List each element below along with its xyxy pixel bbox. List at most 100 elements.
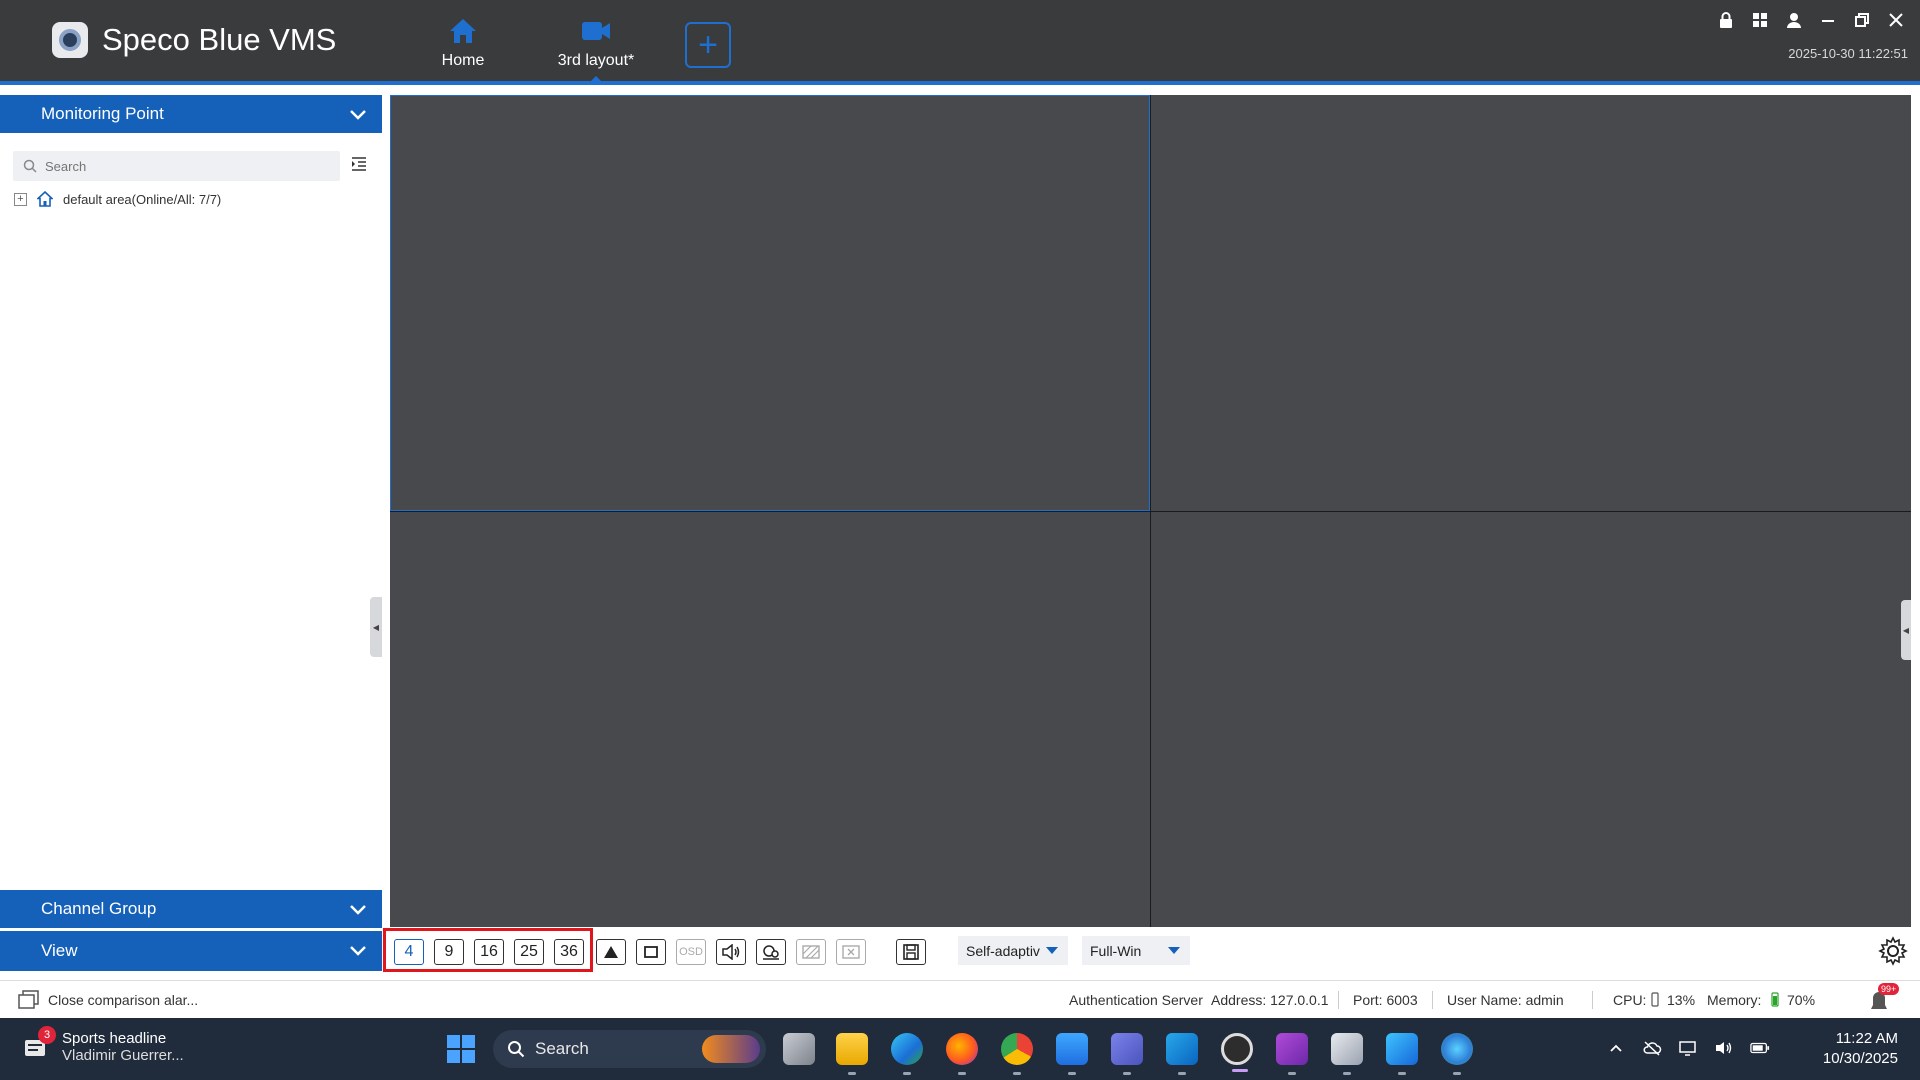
taskbar-search[interactable]: Search — [493, 1030, 766, 1068]
windows-start-icon[interactable] — [447, 1035, 475, 1063]
video-cell-2[interactable] — [1151, 95, 1911, 511]
volume-icon[interactable] — [1714, 1038, 1734, 1058]
osd-label: OSD — [679, 946, 703, 958]
video-cell-3[interactable] — [390, 511, 1150, 927]
video-cell-1[interactable] — [390, 95, 1150, 511]
tree-item-label: default area(Online/All: 7/7) — [63, 191, 222, 207]
view-label: View — [41, 941, 78, 960]
monitoring-point-header[interactable]: Monitoring Point — [0, 95, 382, 133]
view-header[interactable]: View — [0, 931, 382, 971]
tab-3rd-layout[interactable]: 3rd layout* — [541, 16, 651, 84]
restore-icon[interactable] — [1852, 10, 1872, 30]
news-subtitle: Vladimir Guerrer... — [62, 1047, 184, 1064]
alarm-bell-icon[interactable]: 99+ — [1866, 983, 1900, 1013]
chevron-down-icon — [350, 110, 366, 120]
custom-layout-button[interactable] — [596, 939, 626, 965]
cloud-off-icon[interactable] — [1642, 1038, 1662, 1058]
tree-item-default-area[interactable]: + default area(Online/All: 7/7) — [14, 191, 221, 207]
channel-group-label: Channel Group — [41, 899, 157, 918]
dropdown-arrow-icon — [1168, 947, 1180, 954]
save-layout-button[interactable] — [896, 939, 926, 965]
grid-icon[interactable] — [1750, 10, 1770, 30]
speco-vms-taskbar-icon[interactable] — [1331, 1033, 1363, 1075]
minimize-icon[interactable] — [1818, 10, 1838, 30]
notepad-icon[interactable] — [1056, 1033, 1088, 1075]
news-widget[interactable]: 3 Sports headline Vladimir Guerrer... — [22, 1026, 184, 1064]
news-badge: 3 — [38, 1026, 56, 1044]
clock-date: 10/30/2025 — [1822, 1050, 1898, 1067]
sidebar-collapse-handle[interactable]: ◀ — [370, 597, 382, 657]
stream-mode-dropdown[interactable]: Self-adaptiv — [958, 936, 1068, 965]
taskbar-clock[interactable]: 11:22 AM 10/30/2025 — [1823, 1029, 1898, 1069]
globe-app-icon[interactable] — [1441, 1033, 1473, 1075]
chrome-icon[interactable] — [1001, 1033, 1033, 1075]
network-icon[interactable] — [1678, 1038, 1698, 1058]
video-toolbar: 4 9 16 25 36 OSD Self-adaptiv Full-Win — [382, 927, 1920, 972]
tab-home-label: Home — [441, 52, 485, 69]
close-icon[interactable] — [1886, 10, 1906, 30]
outlook-icon[interactable] — [1166, 1033, 1198, 1075]
chevron-down-icon — [350, 946, 366, 956]
system-tray — [1606, 1038, 1770, 1058]
list-view-icon[interactable] — [350, 155, 368, 173]
edge-icon[interactable] — [891, 1033, 923, 1075]
status-message[interactable]: Close comparison alar... — [48, 992, 198, 1008]
windows-taskbar: 3 Sports headline Vladimir Guerrer... Se… — [0, 1018, 1920, 1080]
obs-icon[interactable] — [1221, 1033, 1253, 1072]
status-separator — [1592, 991, 1593, 1009]
auth-server-label: Authentication Server — [1069, 992, 1203, 1008]
paint-app-icon[interactable] — [1276, 1033, 1308, 1075]
osd-button[interactable]: OSD — [676, 939, 706, 965]
file-explorer-icon[interactable] — [836, 1033, 868, 1075]
memory-gauge-icon — [1771, 992, 1779, 1007]
split-9-button[interactable]: 9 — [434, 939, 464, 965]
memory-label: Memory: — [1707, 992, 1762, 1008]
snapshot-button[interactable] — [756, 939, 786, 965]
video-area: ◀ — [387, 95, 1911, 927]
audio-button[interactable] — [716, 939, 746, 965]
right-panel-handle[interactable]: ◀ — [1901, 600, 1911, 660]
battery-icon[interactable] — [1750, 1038, 1770, 1058]
vms-window: Speco Blue VMS Home 3rd layout* + 2025-1… — [0, 0, 1920, 1018]
disabled-tool-button[interactable] — [796, 939, 826, 965]
split-16-button[interactable]: 16 — [474, 939, 504, 965]
split-9-label: 9 — [444, 943, 454, 960]
split-4-button[interactable]: 4 — [394, 939, 424, 965]
split-36-button[interactable]: 36 — [554, 939, 584, 965]
photos-icon[interactable] — [1386, 1033, 1418, 1075]
search-icon — [23, 159, 37, 173]
app-title: Speco Blue VMS — [102, 22, 337, 57]
server-address: Address: 127.0.0.1 — [1211, 992, 1329, 1008]
status-bar: Close comparison alar... Authentication … — [0, 980, 1920, 1018]
chevron-up-icon[interactable] — [1606, 1038, 1626, 1058]
tab-home[interactable]: Home — [408, 16, 518, 76]
alarm-badge: 99+ — [1878, 983, 1900, 995]
lock-icon[interactable] — [1716, 10, 1736, 30]
firefox-icon[interactable] — [946, 1033, 978, 1075]
add-tab-button[interactable]: + — [685, 22, 731, 68]
fullscreen-button[interactable] — [636, 939, 666, 965]
camera-record-icon — [763, 945, 779, 960]
task-view-icon[interactable] — [783, 1033, 815, 1065]
header-datetime: 2025-10-30 11:22:51 — [1788, 46, 1908, 61]
video-cell-4[interactable] — [1151, 511, 1911, 927]
window-mode-dropdown[interactable]: Full-Win — [1082, 936, 1190, 965]
memory-value: 70% — [1787, 992, 1816, 1008]
split-25-button[interactable]: 25 — [514, 939, 544, 965]
gear-icon[interactable] — [1878, 936, 1908, 966]
home-icon — [448, 16, 478, 46]
split-36-label: 36 — [560, 943, 578, 960]
teams-icon[interactable] — [1111, 1033, 1143, 1075]
fullscreen-icon — [644, 946, 658, 958]
home-icon — [37, 191, 53, 207]
search-input[interactable] — [45, 158, 305, 174]
video-grid — [390, 95, 1911, 927]
camera-icon — [580, 16, 612, 46]
expand-icon[interactable]: + — [14, 192, 27, 206]
user-icon[interactable] — [1784, 10, 1804, 30]
clock-time: 11:22 AM — [1835, 1030, 1898, 1047]
close-all-button[interactable] — [836, 939, 866, 965]
search-box[interactable] — [13, 151, 340, 181]
channel-group-header[interactable]: Channel Group — [0, 890, 382, 928]
comparison-alarm-icon[interactable] — [18, 990, 40, 1010]
